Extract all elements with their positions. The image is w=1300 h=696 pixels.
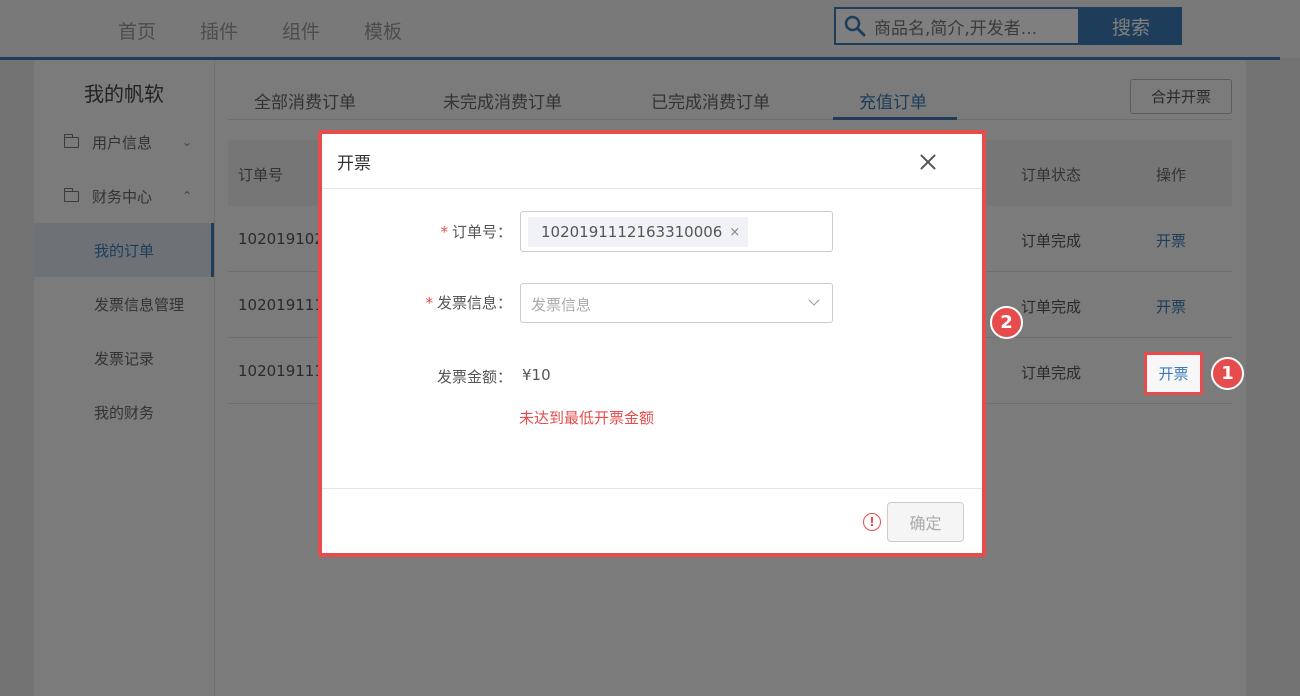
- step-badge-1: 1: [1211, 357, 1244, 390]
- highlight-box-modal: [318, 130, 986, 557]
- step-badge-2: 2: [990, 306, 1023, 339]
- highlight-box-action: [1144, 352, 1203, 395]
